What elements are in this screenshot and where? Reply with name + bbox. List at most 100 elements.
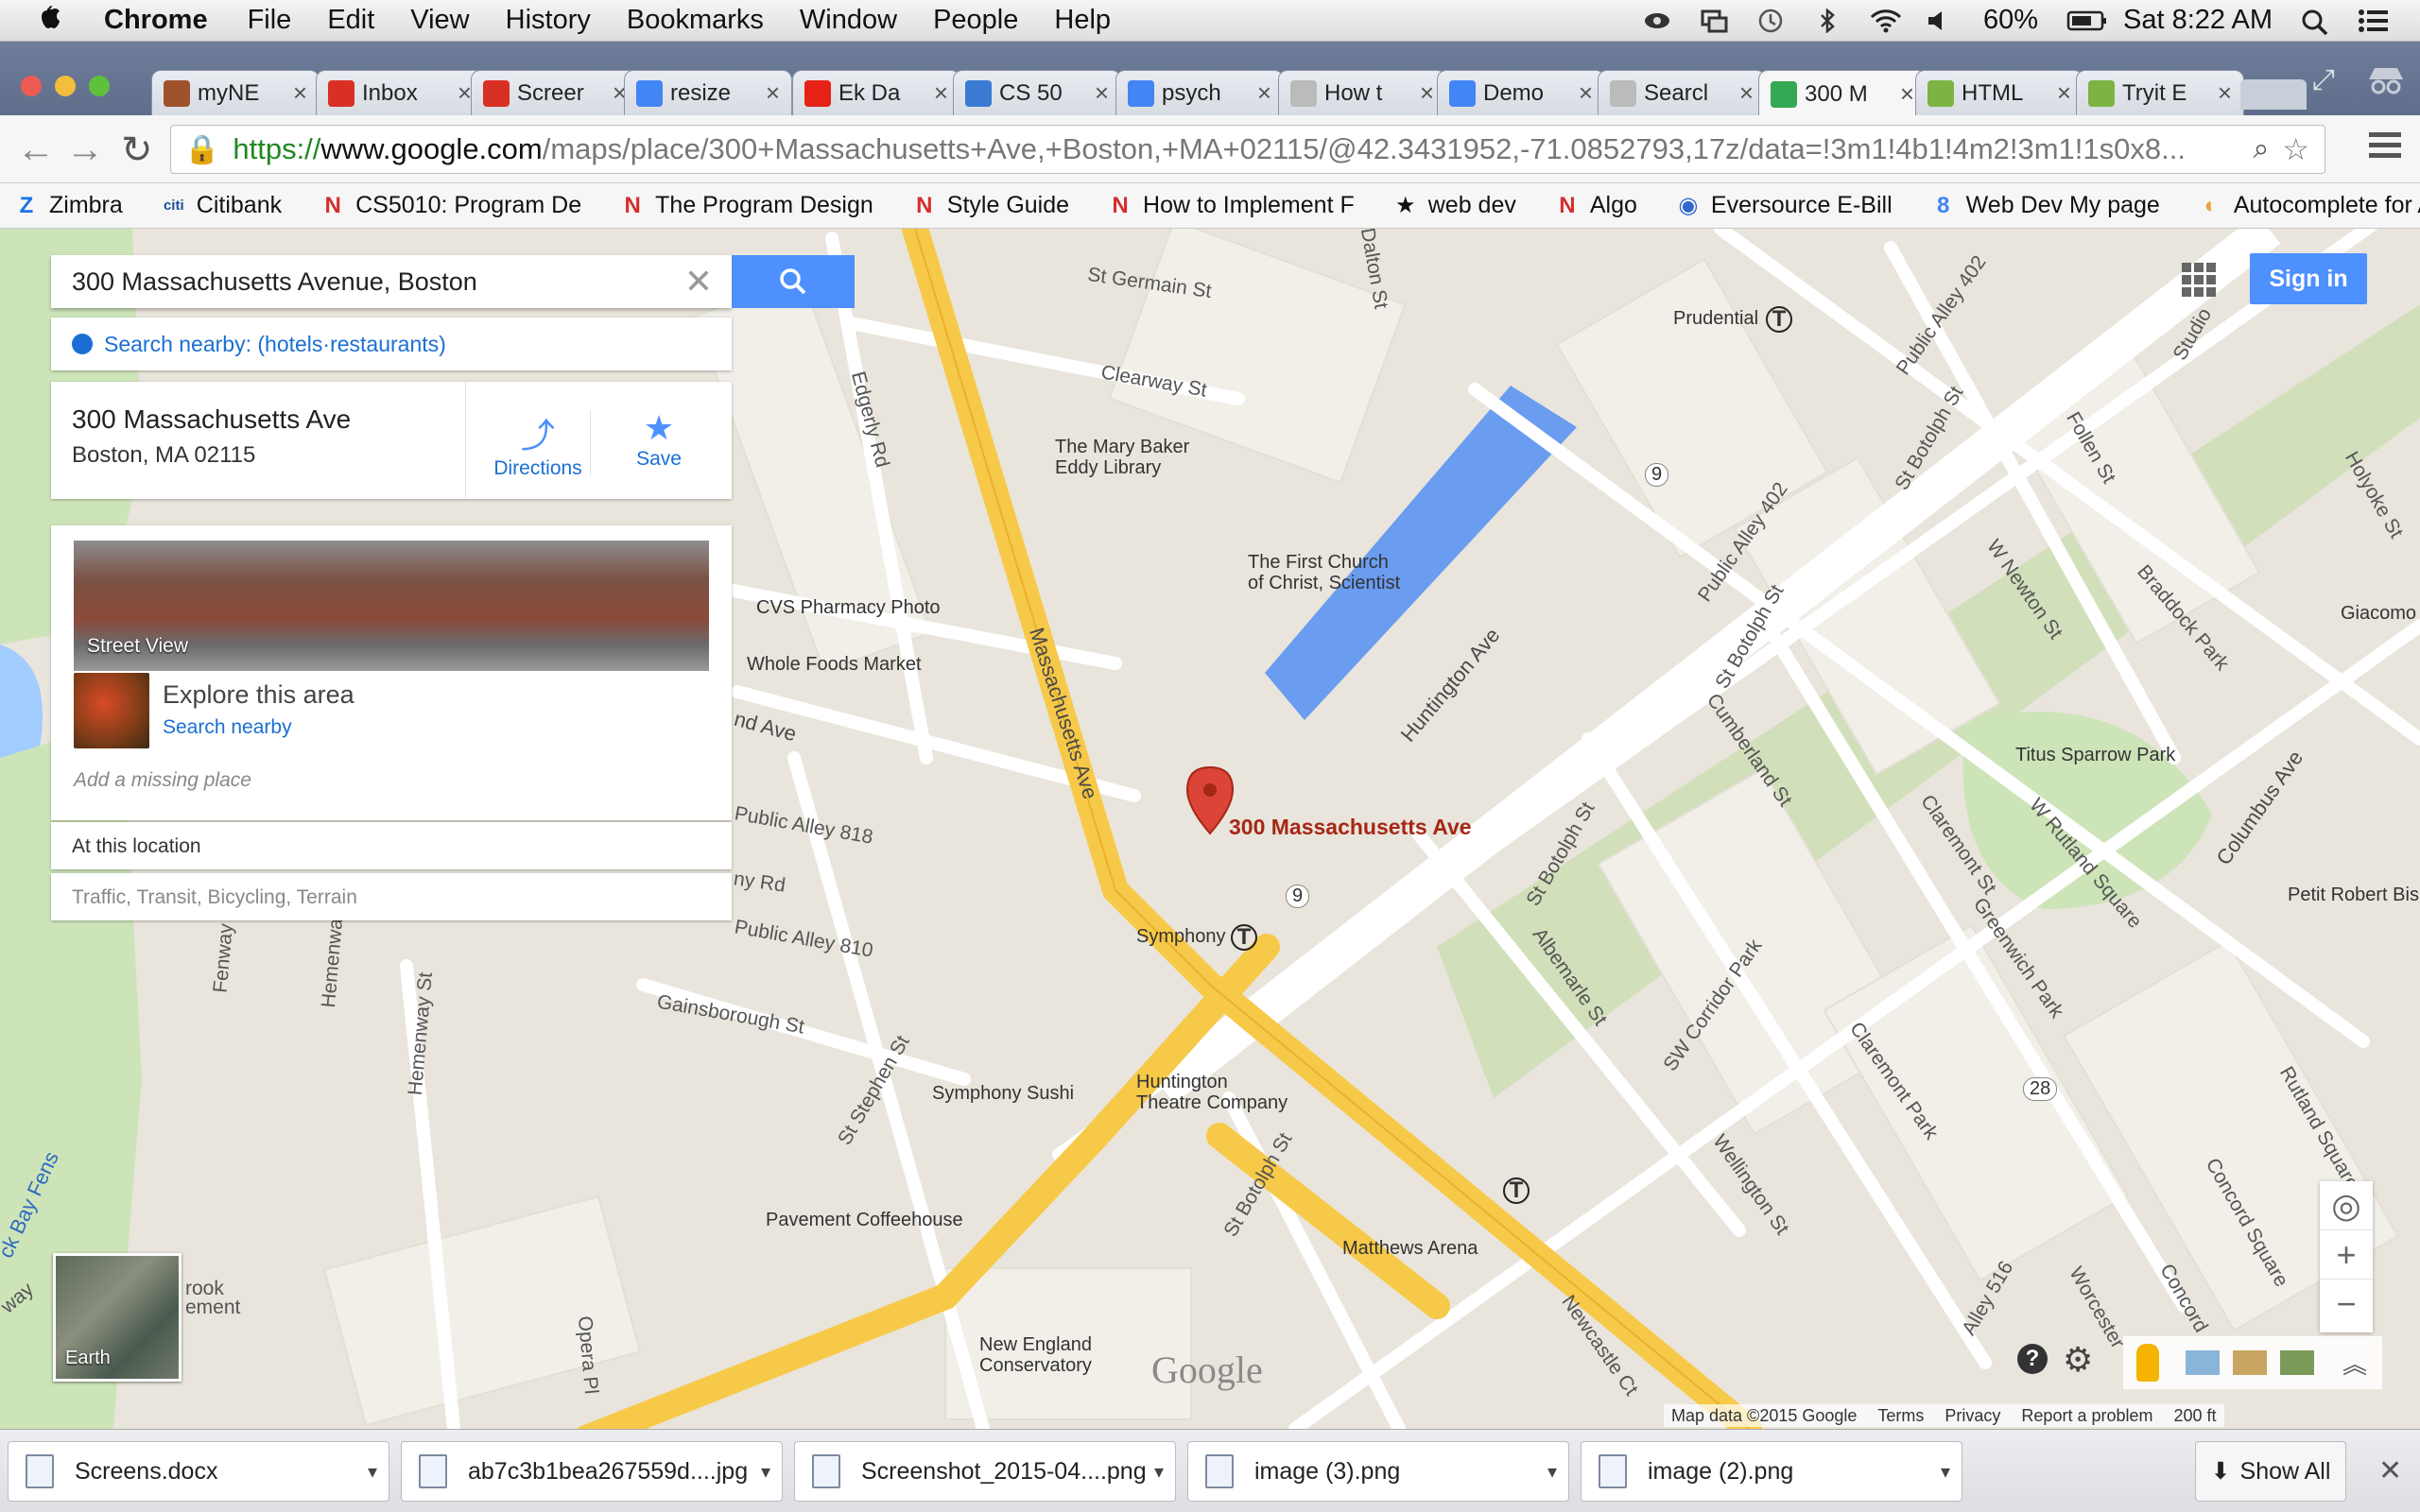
tab-close-icon[interactable]: × <box>1420 78 1434 108</box>
marker-label[interactable]: 300 Massachusetts Ave <box>1229 815 1472 840</box>
bookmark-item[interactable]: N How to Implement F <box>1107 192 1354 219</box>
tab-close-icon[interactable]: × <box>1739 78 1754 108</box>
apple-menu-icon[interactable] <box>34 1 72 40</box>
bookmark-star-icon[interactable]: ☆ <box>2282 131 2309 167</box>
tab-close-icon[interactable]: × <box>934 78 948 108</box>
window-zoom-button[interactable] <box>89 76 110 96</box>
bookmark-item[interactable]: N Style Guide <box>911 192 1069 219</box>
tab-close-icon[interactable]: × <box>2057 78 2071 108</box>
bookmark-item[interactable]: N Algo <box>1554 192 1637 219</box>
menu-bookmarks[interactable]: Bookmarks <box>627 5 764 36</box>
menubar-clock[interactable]: Sat 8:22 AM <box>2123 5 2273 36</box>
menu-people[interactable]: People <box>933 5 1018 36</box>
window-close-button[interactable] <box>21 76 42 96</box>
search-button[interactable] <box>732 255 855 308</box>
add-missing-place-link[interactable]: Add a missing place <box>74 769 251 792</box>
tab-close-icon[interactable]: × <box>1579 78 1593 108</box>
help-icon[interactable]: ? <box>2017 1344 2048 1374</box>
incognito-profile-icon[interactable] <box>2363 60 2409 98</box>
pegman-icon[interactable] <box>2136 1344 2159 1382</box>
browser-tab[interactable]: Inbox × <box>316 70 484 115</box>
download-menu-chevron-icon[interactable]: ▾ <box>1547 1460 1557 1484</box>
photos-thumbnail[interactable] <box>2186 1350 2220 1375</box>
address-bar[interactable]: 🔒 https:// www.google.com /maps/place/30… <box>170 125 2325 174</box>
browser-tab[interactable]: HTML × <box>1915 70 2083 115</box>
spotlight-search-icon[interactable] <box>2301 9 2329 35</box>
forward-button[interactable]: → <box>66 129 104 171</box>
download-item[interactable]: ab7c3b1bea267559d....jpg ▾ <box>401 1441 783 1502</box>
photos-thumbnail[interactable] <box>2233 1350 2267 1375</box>
clear-search-icon[interactable]: ✕ <box>684 262 713 301</box>
download-item[interactable]: Screens.docx ▾ <box>8 1441 389 1502</box>
search-nearby-links[interactable]: hotels·restaurants <box>265 332 439 357</box>
terms-link[interactable]: Terms <box>1877 1406 1924 1426</box>
directions-button[interactable]: ⤴ Directions <box>486 408 590 480</box>
notification-center-icon[interactable] <box>2358 9 2388 33</box>
transit-t-icon[interactable]: T <box>1231 924 1257 951</box>
scale-bar[interactable]: 200 ft <box>2174 1406 2217 1426</box>
browser-tab[interactable]: resize × <box>624 70 792 115</box>
browser-tab[interactable]: 300 M × <box>1758 70 1927 117</box>
at-this-location-row[interactable]: At this location <box>51 822 732 869</box>
screen-share-icon[interactable] <box>1700 9 1728 33</box>
my-location-icon[interactable]: ◎ <box>2320 1181 2373 1230</box>
download-menu-chevron-icon[interactable]: ▾ <box>1154 1460 1164 1484</box>
transit-t-icon[interactable]: T <box>1766 306 1792 333</box>
download-menu-chevron-icon[interactable]: ▾ <box>761 1460 770 1484</box>
eye-icon[interactable] <box>1643 9 1671 33</box>
save-button[interactable]: ★ Save <box>607 408 711 471</box>
bookmark-item[interactable]: ◐ Autocomplete for Ad <box>2198 192 2420 219</box>
time-machine-icon[interactable] <box>1756 9 1785 33</box>
bookmark-item[interactable]: ◉ Eversource E-Bill <box>1675 192 1892 219</box>
zoom-out-button[interactable]: − <box>2320 1280 2373 1329</box>
tab-close-icon[interactable]: × <box>766 78 780 108</box>
map-layers-row[interactable]: Traffic, Transit, Bicycling, Terrain <box>51 873 732 920</box>
tab-close-icon[interactable]: × <box>2218 78 2232 108</box>
chrome-menu-button[interactable] <box>2369 132 2401 163</box>
tab-close-icon[interactable]: × <box>293 78 307 108</box>
new-tab-button[interactable] <box>2240 79 2307 110</box>
download-menu-chevron-icon[interactable]: ▾ <box>1941 1460 1950 1484</box>
battery-icon[interactable] <box>2066 9 2106 33</box>
tab-close-icon[interactable]: × <box>1095 78 1109 108</box>
browser-tab[interactable]: Tryit E × <box>2076 70 2244 115</box>
download-item[interactable]: image (3).png ▾ <box>1187 1441 1569 1502</box>
settings-gear-icon[interactable]: ⚙ <box>2063 1340 2093 1380</box>
zoom-in-button[interactable]: + <box>2320 1230 2373 1280</box>
earth-view-toggle[interactable]: Earth <box>53 1253 182 1382</box>
lock-icon[interactable]: 🔒 <box>184 133 219 166</box>
bookmark-item[interactable]: Z Zimbra <box>13 192 123 219</box>
back-button[interactable]: ← <box>17 129 55 171</box>
privacy-link[interactable]: Privacy <box>1945 1406 2000 1426</box>
tab-close-icon[interactable]: × <box>458 78 472 108</box>
volume-icon[interactable] <box>1927 9 1955 33</box>
menu-app-chrome[interactable]: Chrome <box>104 5 208 36</box>
bookmark-item[interactable]: citi Citibank <box>161 192 282 219</box>
browser-tab[interactable]: psych × <box>1115 70 1284 115</box>
browser-tab[interactable]: Searcl × <box>1598 70 1766 115</box>
wifi-icon[interactable] <box>1870 9 1902 33</box>
transit-t-icon[interactable]: T <box>1503 1177 1530 1204</box>
bookmark-item[interactable]: N CS5010: Program De <box>320 192 581 219</box>
search-icon[interactable]: ⌕ <box>2254 133 2270 165</box>
reload-button[interactable]: ↻ <box>121 129 153 172</box>
show-all-downloads-button[interactable]: ⬇ Show All <box>2195 1441 2346 1502</box>
report-problem-link[interactable]: Report a problem <box>2021 1406 2152 1426</box>
search-input[interactable] <box>72 266 639 297</box>
menu-help[interactable]: Help <box>1054 5 1111 36</box>
bookmark-item[interactable]: N The Program Design <box>619 192 873 219</box>
browser-tab[interactable]: Screer × <box>471 70 639 115</box>
bookmark-item[interactable]: 8 Web Dev My page <box>1930 192 2160 219</box>
browser-tab[interactable]: Demo × <box>1437 70 1605 115</box>
menu-edit[interactable]: Edit <box>327 5 374 36</box>
download-menu-chevron-icon[interactable]: ▾ <box>368 1460 377 1484</box>
menu-view[interactable]: View <box>410 5 469 36</box>
expand-up-icon[interactable]: ︽ <box>2342 1346 2367 1381</box>
tab-close-icon[interactable]: × <box>1257 78 1271 108</box>
bookmark-item[interactable]: ★ web dev <box>1392 192 1516 219</box>
menu-file[interactable]: File <box>248 5 292 36</box>
download-item[interactable]: Screenshot_2015-04....png ▾ <box>794 1441 1176 1502</box>
browser-tab[interactable]: Ek Da × <box>792 70 960 115</box>
explore-search-nearby-link[interactable]: Search nearby <box>163 716 292 739</box>
tab-close-icon[interactable]: × <box>1900 79 1914 109</box>
